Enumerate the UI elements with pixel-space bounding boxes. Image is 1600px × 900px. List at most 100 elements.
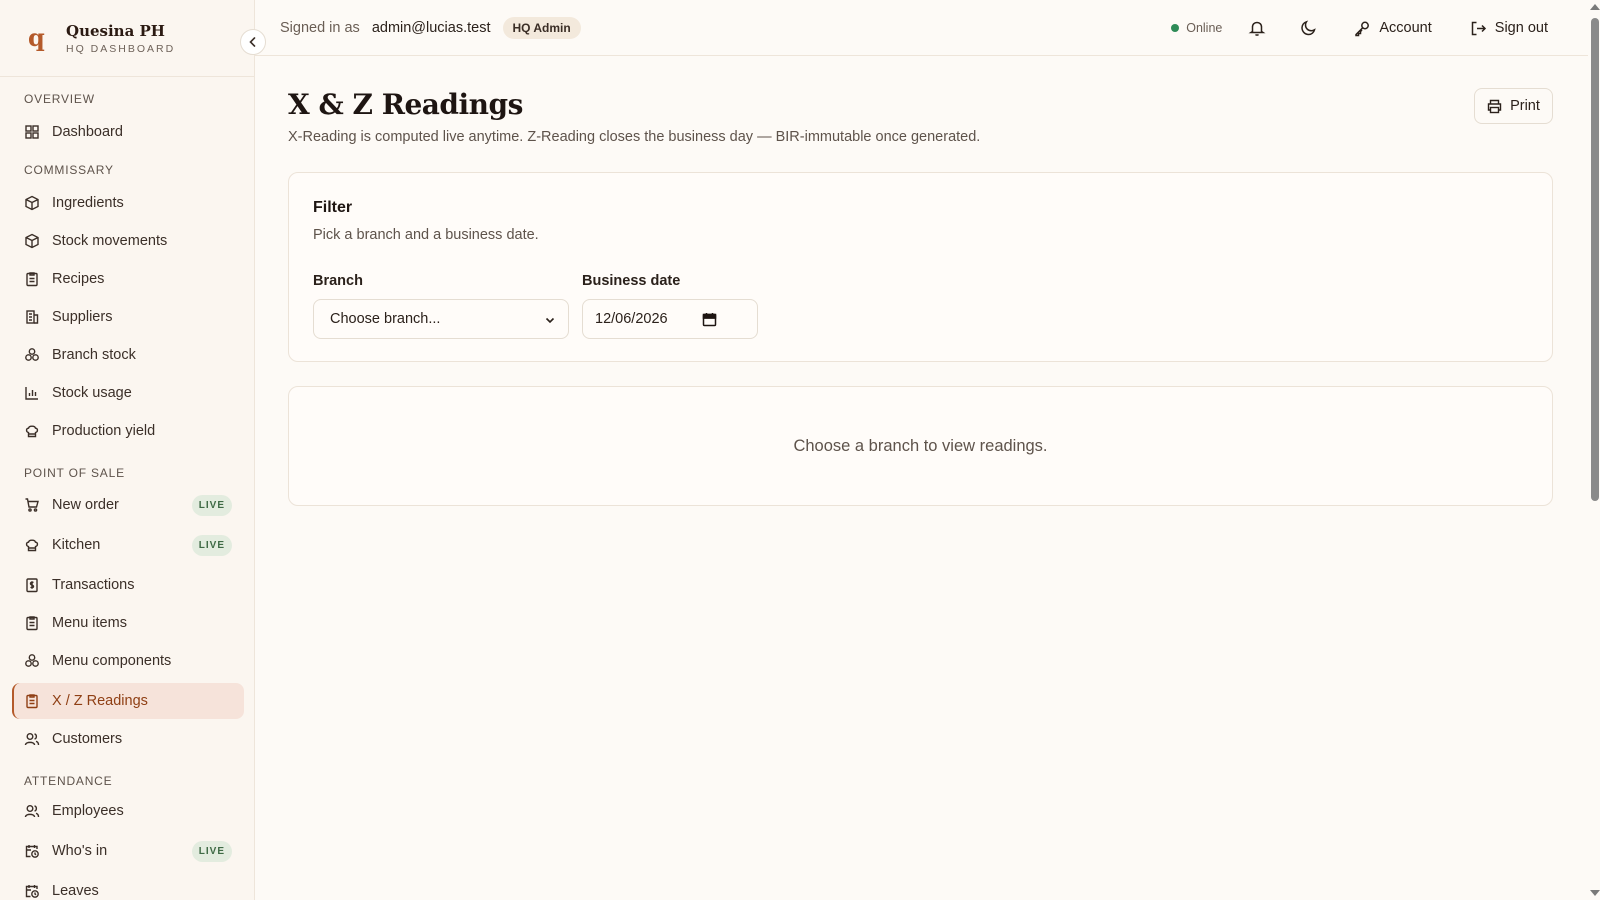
sidebar: q Quesina PH HQ DASHBOARD OVERVIEW Dashb… [0, 0, 266, 900]
sign-out-button[interactable]: Sign out [1470, 20, 1548, 37]
clipboard-icon [24, 271, 40, 287]
collapse-sidebar-button[interactable] [240, 29, 266, 55]
filter-description: Pick a branch and a business date. [313, 227, 539, 243]
page-title: X & Z Readings [288, 88, 523, 121]
chef-hat-icon [24, 423, 40, 439]
sidebar-item-customers[interactable]: Customers [12, 721, 244, 757]
sidebar-item-label: Stock movements [52, 233, 168, 249]
account-button[interactable]: Account [1354, 20, 1432, 37]
sidebar-item-label: Production yield [52, 423, 156, 439]
sidebar-item-suppliers[interactable]: Suppliers [12, 299, 244, 335]
role-badge: HQ Admin [502, 16, 581, 39]
empty-state-message: Choose a branch to view readings. [793, 436, 1048, 455]
logout-icon [1471, 21, 1486, 35]
theme-toggle-button[interactable] [1298, 17, 1320, 39]
sidebar-item-label: Transactions [52, 577, 135, 593]
user-email: admin@lucias.test [371, 19, 491, 36]
box-icon [24, 195, 40, 211]
sidebar-item-menu-items[interactable]: Menu items [12, 605, 244, 641]
cluster-icon [24, 347, 40, 363]
chef-hat-icon [24, 537, 40, 553]
status-text: Online [1186, 21, 1223, 35]
box-icon [24, 233, 40, 249]
sidebar-item-dashboard[interactable]: Dashboard [12, 114, 244, 150]
sidebar-item-label: Menu items [52, 615, 127, 631]
page-subtitle: X-Reading is computed live anytime. Z-Re… [288, 129, 981, 145]
moon-icon [1301, 20, 1317, 36]
cluster-icon [24, 653, 40, 669]
sign-out-label: Sign out [1494, 20, 1548, 36]
scroll-down-icon[interactable] [1590, 890, 1600, 896]
readings-card: Choose a branch to view readings. [288, 386, 1553, 506]
sidebar-item-label: Kitchen [52, 537, 101, 553]
sidebar-item-label: Ingredients [52, 195, 124, 211]
sidebar-item-label: Menu components [52, 653, 172, 669]
filter-card: Filter Pick a branch and a business date… [288, 172, 1553, 362]
clipboard-icon [24, 693, 40, 709]
live-badge: LIVE [191, 840, 232, 862]
sidebar-item-ingredients[interactable]: Ingredients [12, 185, 244, 221]
clipboard-icon [24, 615, 40, 631]
topbar: Signed in as admin@lucias.test HQ Admin … [255, 0, 1588, 56]
sidebar-item-new-order[interactable]: New order LIVE [12, 487, 244, 523]
brand-title: Quesina PH [66, 21, 165, 40]
section-label-attendance: ATTENDANCE [24, 774, 113, 788]
section-label-point-of-sale: POINT OF SALE [24, 466, 125, 480]
branch-select-value: Choose branch... [330, 311, 441, 327]
sidebar-item-branch-stock[interactable]: Branch stock [12, 337, 244, 373]
status-dot-icon [1171, 24, 1180, 32]
sidebar-item-stock-usage[interactable]: Stock usage [12, 375, 244, 411]
business-date-input[interactable]: 12/06/2026 [582, 299, 758, 339]
page-scrollbar[interactable] [1588, 0, 1600, 900]
grid-icon [24, 124, 40, 140]
sidebar-item-kitchen[interactable]: Kitchen LIVE [12, 527, 244, 563]
sidebar-item-whos-in[interactable]: Who's in LIVE [12, 833, 244, 869]
section-label-commissary: COMMISSARY [24, 163, 114, 177]
printer-icon [1487, 99, 1502, 113]
sidebar-item-label: Suppliers [52, 309, 113, 325]
business-date-label: Business date [582, 273, 681, 289]
notifications-button[interactable] [1246, 17, 1268, 39]
online-status: Online [1171, 21, 1222, 35]
sidebar-item-label: Who's in [52, 843, 108, 859]
scroll-thumb[interactable] [1591, 18, 1599, 501]
sidebar-item-label: Stock usage [52, 385, 132, 401]
brand-logo: q [28, 22, 45, 52]
sidebar-item-transactions[interactable]: Transactions [12, 567, 244, 603]
sidebar-item-label: Recipes [52, 271, 105, 287]
brand: q Quesina PH HQ DASHBOARD [0, 0, 266, 77]
calendar-clock-icon [24, 843, 40, 859]
print-button[interactable]: Print [1474, 88, 1553, 124]
sidebar-item-leaves[interactable]: Leaves [12, 873, 244, 900]
sidebar-item-stock-movements[interactable]: Stock movements [12, 223, 244, 259]
sidebar-item-label: New order [52, 497, 119, 513]
chevron-left-icon [249, 37, 256, 47]
users-icon [24, 803, 40, 819]
sidebar-item-recipes[interactable]: Recipes [12, 261, 244, 297]
sidebar-item-label: Branch stock [52, 347, 136, 363]
sidebar-item-employees[interactable]: Employees [12, 793, 244, 829]
bar-chart-icon [24, 385, 40, 401]
calendar-icon[interactable] [702, 312, 717, 327]
sidebar-item-label: Employees [52, 803, 124, 819]
calendar-clock-icon [24, 883, 40, 899]
sidebar-item-production-yield[interactable]: Production yield [12, 413, 244, 449]
branch-select[interactable]: Choose branch... [313, 299, 569, 339]
users-icon [24, 731, 40, 747]
sidebar-item-xz-readings[interactable]: X / Z Readings [12, 683, 244, 719]
bell-icon [1248, 21, 1266, 36]
cart-icon [24, 497, 40, 513]
key-icon [1355, 21, 1370, 36]
business-date-value: 12/06/2026 [595, 311, 668, 327]
chevron-down-icon [545, 317, 555, 324]
sidebar-item-menu-components[interactable]: Menu components [12, 643, 244, 679]
sidebar-item-label: Leaves [52, 883, 99, 899]
signed-in-label: Signed in as [280, 19, 360, 36]
sidebar-item-label: X / Z Readings [52, 693, 148, 709]
sidebar-item-label: Customers [52, 731, 123, 747]
account-label: Account [1379, 20, 1432, 36]
scroll-up-icon[interactable] [1590, 4, 1600, 10]
live-badge: LIVE [191, 534, 232, 556]
print-label: Print [1510, 98, 1540, 114]
sidebar-item-label: Dashboard [52, 124, 123, 140]
